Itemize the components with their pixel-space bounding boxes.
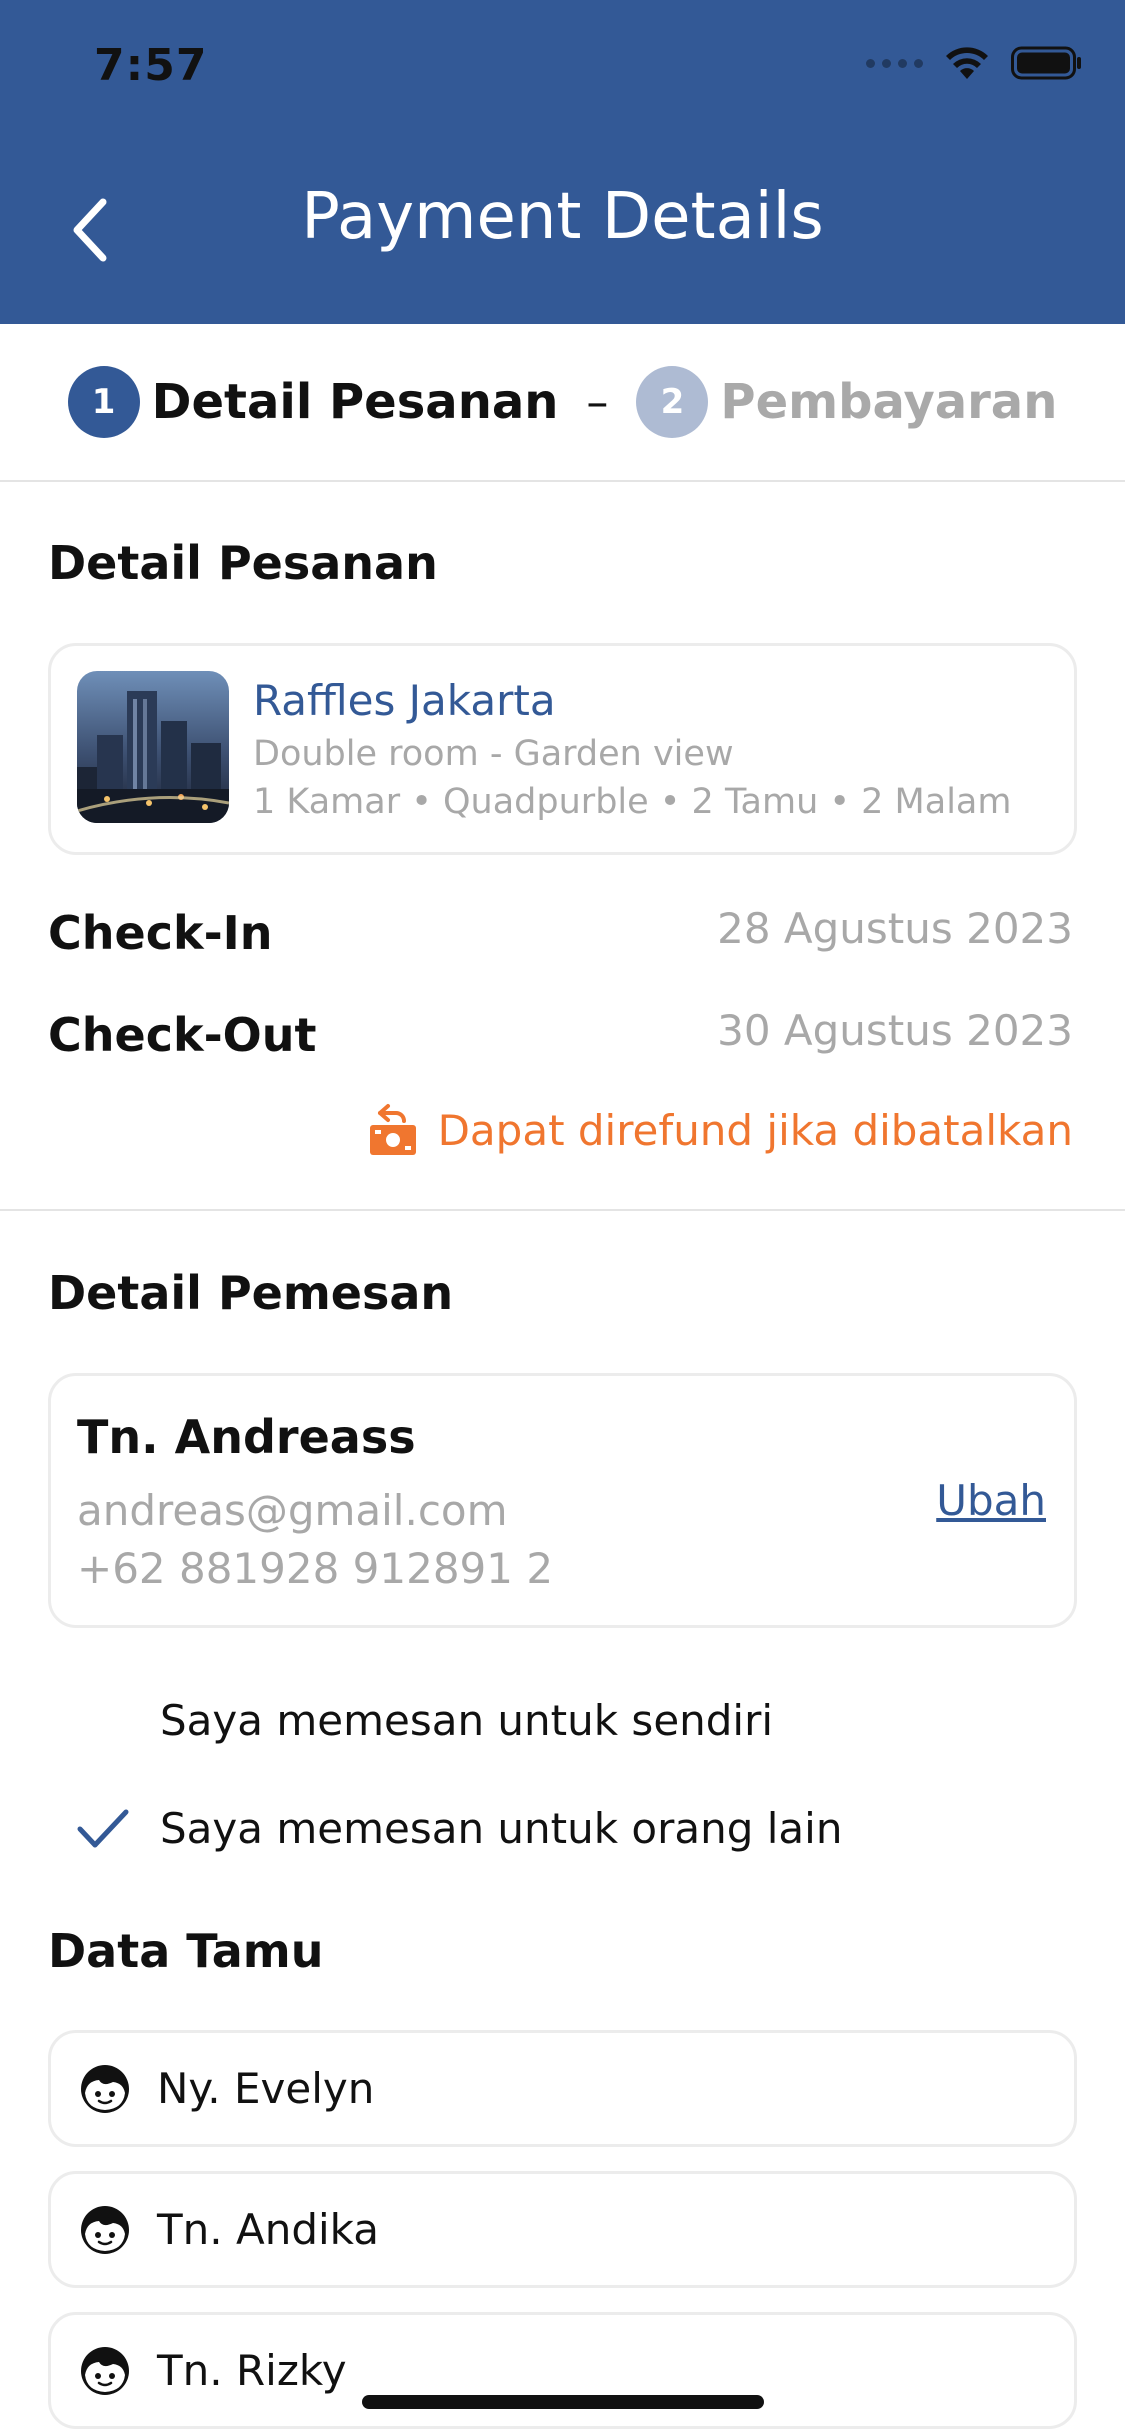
orderer-name: Tn. Andreass: [77, 1410, 416, 1464]
status-time: 7:57: [94, 40, 208, 91]
option-self-label: Saya memesan untuk sendiri: [160, 1696, 774, 1745]
refund-note: Dapat direfund jika dibatalkan: [368, 1103, 1073, 1157]
home-indicator[interactable]: [362, 2395, 764, 2409]
step-label-2: Pembayaran: [720, 374, 1058, 430]
guest-name: Tn. Rizky: [157, 2346, 347, 2395]
guest-data-title: Data Tamu: [48, 1924, 324, 1978]
guest-face-icon: [81, 2064, 129, 2113]
status-icons: [866, 46, 1083, 80]
step-detail-pesanan[interactable]: 1 Detail Pesanan: [67, 366, 559, 438]
orderer-email: andreas@gmail.com: [77, 1486, 508, 1535]
orderer-detail-title: Detail Pemesan: [48, 1266, 454, 1320]
hotel-room-type: Double room - Garden view: [253, 734, 734, 774]
option-book-for-self[interactable]: Saya memesan untuk sendiri: [76, 1696, 773, 1745]
battery-icon: [1011, 46, 1081, 80]
step-number-2: 2: [636, 366, 709, 438]
guest-face-icon: [81, 2346, 129, 2395]
step-pembayaran[interactable]: 2 Pembayaran: [636, 366, 1057, 438]
option-self-check: [76, 1697, 130, 1745]
option-others-label: Saya memesan untuk orang lain: [160, 1804, 843, 1853]
check-in-value: 28 Agustus 2023: [717, 904, 1073, 953]
hotel-name: Raffles Jakarta: [253, 676, 556, 725]
guest-face-icon: [81, 2205, 129, 2254]
wifi-icon: [946, 47, 988, 79]
hotel-image: [77, 671, 229, 823]
signal-icon: [866, 58, 923, 68]
step-number-1: 1: [67, 366, 140, 438]
section-divider: [0, 1209, 1125, 1211]
order-detail-title: Detail Pesanan: [48, 536, 438, 590]
check-in-label: Check-In: [48, 906, 273, 960]
orderer-phone: +62 881928 912891 2: [77, 1544, 554, 1593]
guest-card[interactable]: Ny. Evelyn: [48, 2030, 1077, 2147]
check-out-value: 30 Agustus 2023: [717, 1006, 1073, 1055]
change-orderer-link[interactable]: Ubah: [936, 1476, 1046, 1525]
step-separator: –: [586, 376, 609, 428]
refund-text: Dapat direfund jika dibatalkan: [437, 1105, 1073, 1155]
hotel-card[interactable]: Raffles Jakarta Double room - Garden vie…: [48, 643, 1077, 855]
checkmark-icon: [76, 1805, 130, 1853]
page-title: Payment Details: [301, 180, 824, 254]
step-label-1: Detail Pesanan: [151, 374, 559, 430]
orderer-card: Tn. Andreass andreas@gmail.com +62 88192…: [48, 1373, 1077, 1628]
guest-name: Tn. Andika: [157, 2205, 379, 2254]
check-out-label: Check-Out: [48, 1008, 317, 1062]
hotel-stay-info: 1 Kamar • Quadpurble • 2 Tamu • 2 Malam: [253, 782, 1012, 822]
app-header: 7:57 Payment Details: [0, 0, 1125, 324]
guest-name: Ny. Evelyn: [157, 2064, 375, 2113]
refund-money-icon: [369, 1104, 416, 1155]
guest-card[interactable]: Tn. Andika: [48, 2171, 1077, 2288]
option-book-for-others[interactable]: Saya memesan untuk orang lain: [76, 1804, 842, 1853]
guest-card[interactable]: Tn. Rizky: [48, 2312, 1077, 2429]
checkout-stepper: 1 Detail Pesanan – 2 Pembayaran: [0, 324, 1125, 482]
